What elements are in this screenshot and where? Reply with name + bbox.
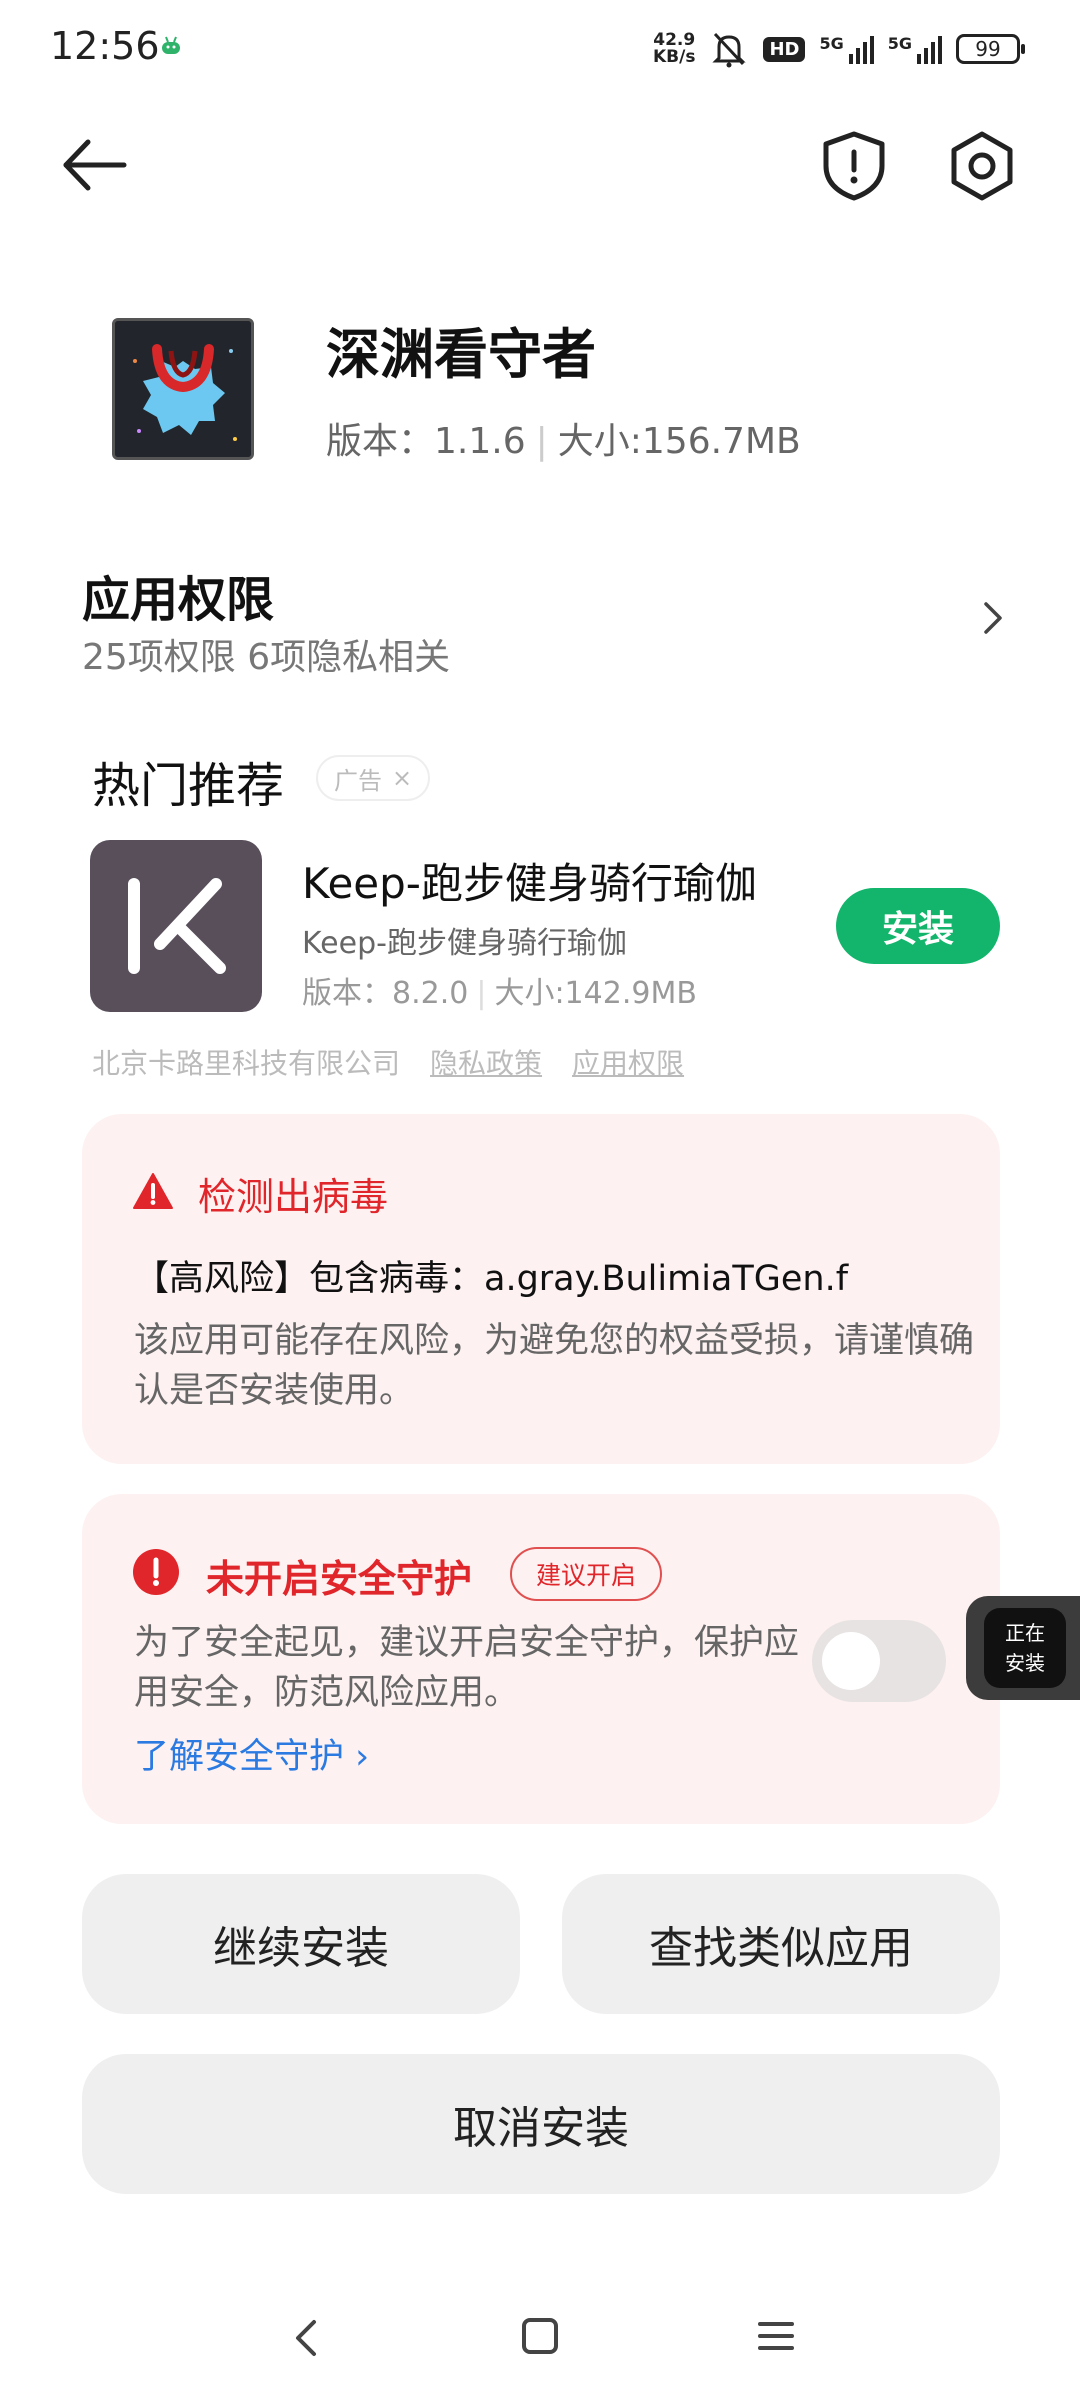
- signal-sim2-icon: 5G: [888, 34, 942, 64]
- toggle-knob: [822, 1632, 880, 1690]
- net-speed: 42.9 KB/s: [653, 32, 695, 66]
- keep-logo-icon: [128, 878, 226, 974]
- nav-back-icon[interactable]: [286, 2316, 326, 2360]
- developer-row: 北京卡路里科技有限公司 隐私政策 应用权限: [92, 1042, 684, 1082]
- find-similar-button[interactable]: 查找类似应用: [562, 1874, 1000, 2014]
- alert-circle-icon: [133, 1549, 179, 1595]
- app-permission-link[interactable]: 应用权限: [572, 1042, 684, 1082]
- abyss-watcher-logo-icon: [115, 321, 251, 457]
- app-size: 大小:156.7MB: [557, 421, 801, 462]
- warning-triangle-icon: [133, 1173, 173, 1209]
- protection-description: 为了安全起见，建议开启安全守护，保护应用安全，防范风险应用。: [134, 1623, 800, 1713]
- protection-toggle[interactable]: [812, 1620, 946, 1702]
- status-icons: 42.9 KB/s HD 5G 5G 99: [653, 30, 1025, 68]
- app-name: 深渊看守者: [326, 323, 596, 386]
- float-line2: 安装: [1005, 1651, 1045, 1675]
- keep-version: 版本：8.2.0: [302, 976, 469, 1011]
- ad-badge[interactable]: 广告 ×: [316, 755, 431, 801]
- install-button[interactable]: 安装: [836, 888, 1000, 964]
- ad-close-icon[interactable]: ×: [392, 764, 412, 792]
- android-debug-icon: [162, 36, 180, 54]
- app-icon: [112, 318, 254, 460]
- meta-divider: |: [476, 976, 487, 1011]
- permissions-title[interactable]: 应用权限: [82, 560, 274, 630]
- keep-app-icon[interactable]: [90, 840, 262, 1012]
- meta-divider: |: [535, 421, 548, 462]
- keep-app-meta: 版本：8.2.0 | 大小:142.9MB: [302, 968, 697, 1012]
- hd-badge: HD: [763, 36, 806, 62]
- back-arrow-icon[interactable]: [58, 130, 138, 200]
- keep-app-name[interactable]: Keep-跑步健身骑行瑜伽: [302, 850, 757, 911]
- nav-menu-icon[interactable]: [756, 2318, 796, 2354]
- cancel-install-button[interactable]: 取消安装: [82, 2054, 1000, 2194]
- app-version: 版本：1.1.6: [326, 421, 526, 462]
- bell-muted-icon: [712, 32, 747, 68]
- virus-detail: 【高风险】包含病毒：a.gray.BulimiaTGen.f: [134, 1259, 849, 1299]
- gear-icon[interactable]: [944, 128, 1020, 204]
- privacy-policy-link[interactable]: 隐私政策: [430, 1042, 542, 1082]
- signal-sim1-icon: 5G: [819, 34, 874, 64]
- battery-icon: 99: [956, 34, 1025, 64]
- sim1-label: 5G: [819, 34, 844, 53]
- installing-float-bubble[interactable]: 正在 安装: [966, 1596, 1080, 1700]
- ad-label: 广告: [334, 766, 382, 795]
- keep-app-desc: Keep-跑步健身骑行瑜伽: [302, 926, 627, 961]
- continue-install-button[interactable]: 继续安装: [82, 1874, 520, 2014]
- recommended-title: 热门推荐: [92, 758, 285, 814]
- sim2-label: 5G: [887, 34, 912, 53]
- nav-home-icon[interactable]: [520, 2316, 560, 2356]
- status-time: 12:56: [50, 24, 160, 68]
- developer-name: 北京卡路里科技有限公司: [92, 1047, 401, 1080]
- virus-description: 该应用可能存在风险，为避免您的权益受损，请谨慎确认是否安装使用。: [134, 1321, 975, 1411]
- permissions-summary[interactable]: 25项权限 6项隐私相关: [82, 628, 450, 680]
- app-meta: 版本：1.1.6 | 大小:156.7MB: [326, 412, 801, 464]
- shield-icon[interactable]: [818, 128, 890, 204]
- chevron-right-icon[interactable]: [978, 596, 1008, 640]
- learn-protection-link[interactable]: 了解安全守护 ›: [134, 1728, 369, 1779]
- protection-title: 未开启安全守护: [206, 1557, 473, 1601]
- installing-float-inner: 正在 安装: [984, 1608, 1066, 1688]
- net-speed-unit: KB/s: [652, 47, 696, 67]
- protection-badge: 建议开启: [510, 1547, 663, 1601]
- float-line1: 正在: [1005, 1621, 1045, 1645]
- virus-warning-title: 检测出病毒: [198, 1175, 389, 1219]
- keep-size: 大小:142.9MB: [494, 976, 697, 1011]
